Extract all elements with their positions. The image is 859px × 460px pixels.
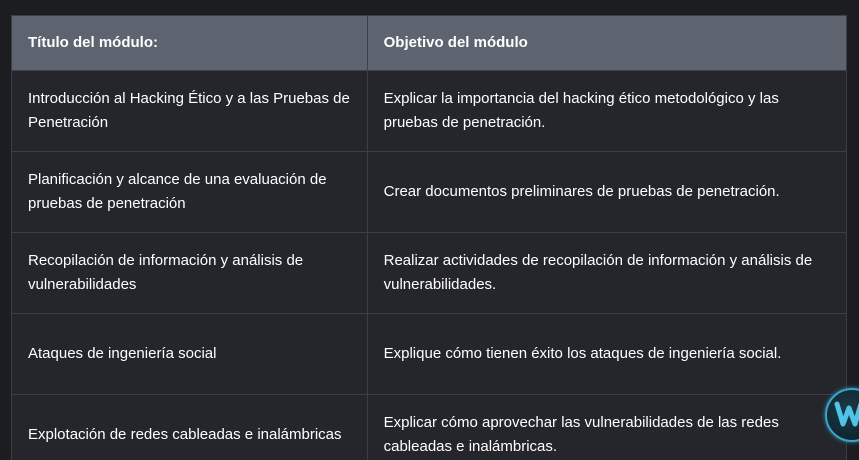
cell-module-title: Ataques de ingeniería social [11, 313, 368, 395]
cell-module-objective: Explicar la importancia del hacking étic… [366, 70, 848, 152]
floating-app-badge-icon [834, 401, 859, 427]
page: Título del módulo: Objetivo del módulo I… [0, 0, 859, 460]
cell-module-objective: Explicar cómo aprovechar las vulnerabili… [366, 394, 848, 460]
cell-module-title: Planificación y alcance de una evaluació… [11, 151, 368, 233]
table-header-row: Título del módulo: Objetivo del módulo [11, 15, 848, 71]
modules-table: Título del módulo: Objetivo del módulo I… [11, 15, 848, 460]
header-module-title: Título del módulo: [11, 15, 368, 71]
cell-module-title: Explotación de redes cableadas e inalámb… [11, 394, 368, 460]
cell-module-title: Recopilación de información y análisis d… [11, 232, 368, 314]
cell-module-objective: Realizar actividades de recopilación de … [366, 232, 848, 314]
table-row: Recopilación de información y análisis d… [11, 232, 848, 314]
table-row: Explotación de redes cableadas e inalámb… [11, 394, 848, 460]
cell-module-objective: Crear documentos preliminares de pruebas… [366, 151, 848, 233]
table-row: Ataques de ingeniería social Explique có… [11, 313, 848, 395]
table-row: Introducción al Hacking Ético y a las Pr… [11, 70, 848, 152]
table-row: Planificación y alcance de una evaluació… [11, 151, 848, 233]
cell-module-title: Introducción al Hacking Ético y a las Pr… [11, 70, 368, 152]
header-module-objective: Objetivo del módulo [366, 15, 848, 71]
cell-module-objective: Explique cómo tienen éxito los ataques d… [366, 313, 848, 395]
